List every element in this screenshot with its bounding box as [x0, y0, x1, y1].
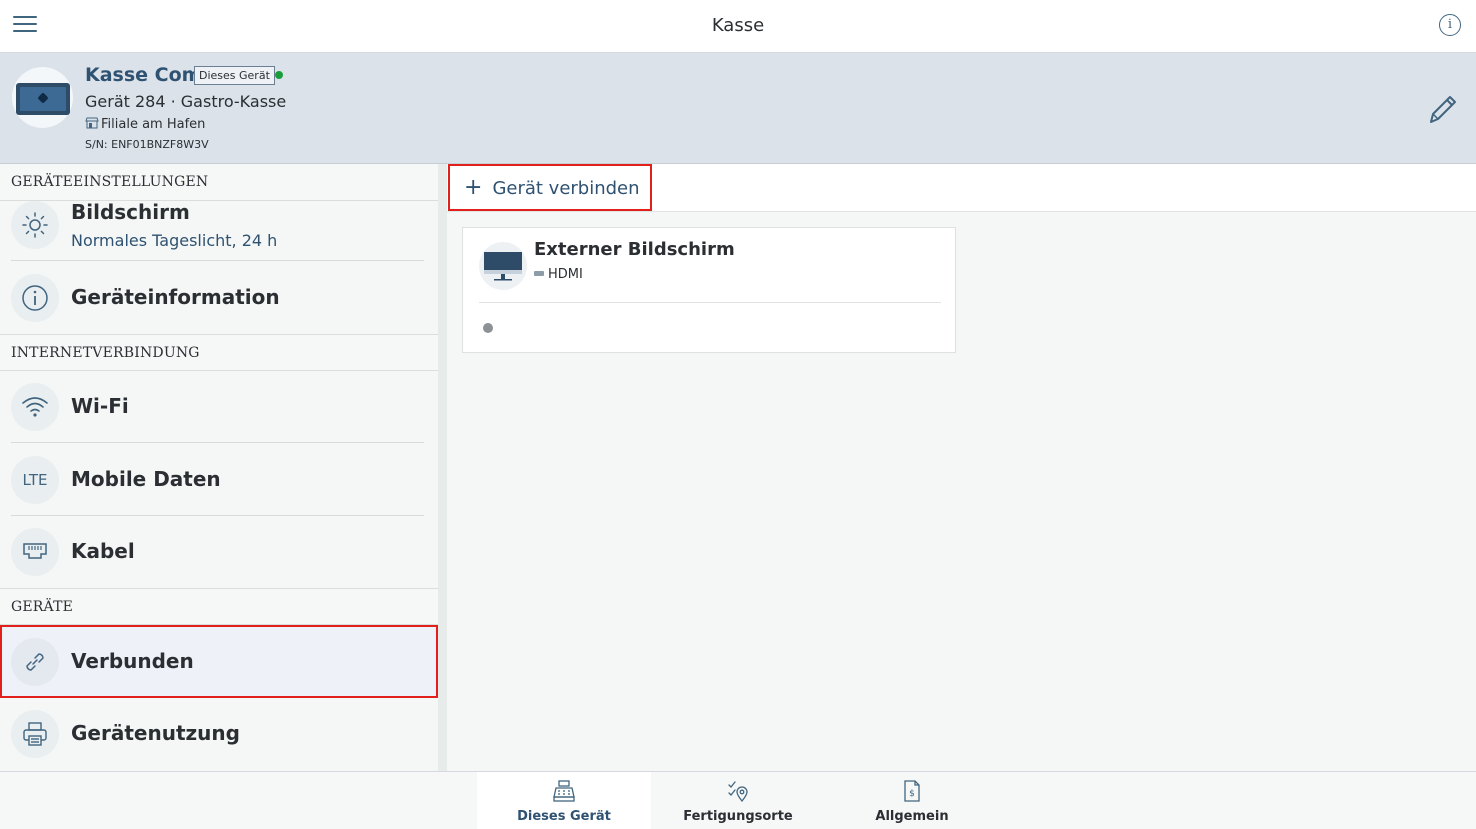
- link-icon: [11, 638, 59, 686]
- connect-device-button[interactable]: + Gerät verbinden: [448, 164, 652, 211]
- section-header-internet: INTERNETVERBINDUNG: [0, 334, 438, 371]
- device-status-dot: [483, 323, 493, 333]
- panel-divider[interactable]: [438, 164, 447, 771]
- sidebar-item-label: Verbunden: [71, 649, 194, 673]
- sidebar-item-wifi[interactable]: Wi-Fi: [0, 371, 438, 443]
- route-location-icon: [726, 779, 750, 803]
- sidebar-item-connected[interactable]: Verbunden: [0, 625, 438, 698]
- sidebar-item-label: Mobile Daten: [71, 467, 221, 491]
- plus-icon: +: [464, 175, 483, 200]
- device-card-connection: HDMI: [534, 267, 583, 282]
- connected-devices-panel: + Gerät verbinden Externer Bildschirm HDM…: [447, 164, 1476, 771]
- device-header: Kasse Comet Dieses Gerät Gerät 284 · Gas…: [0, 53, 1476, 164]
- cash-register-icon: [552, 779, 576, 803]
- device-serial: S/N: ENF01BNZF8W3V: [85, 138, 209, 151]
- this-device-badge: Dieses Gerät: [194, 66, 275, 85]
- sidebar-item-label: Wi-Fi: [71, 394, 129, 418]
- device-branch-label: Filiale am Hafen: [101, 117, 206, 132]
- pencil-icon[interactable]: [1424, 91, 1460, 127]
- sidebar-item-label: Gerätenutzung: [71, 721, 240, 745]
- printer-icon: [11, 710, 59, 758]
- store-icon: [85, 117, 99, 129]
- sidebar-item-label: Bildschirm: [71, 200, 190, 224]
- wifi-icon: [11, 383, 59, 431]
- online-status-dot: [275, 71, 283, 79]
- tab-label: Allgemein: [875, 809, 949, 824]
- device-model: Gerät 284 · Gastro-Kasse: [85, 92, 287, 111]
- ethernet-icon: [11, 528, 59, 576]
- settings-sidebar: GERÄTEEINSTELLUNGEN Bildschirm Normales …: [0, 164, 438, 771]
- device-card-name: Externer Bildschirm: [534, 239, 735, 260]
- card-divider: [479, 302, 941, 303]
- sidebar-item-label: Geräteinformation: [71, 285, 280, 309]
- bottom-tab-bar: Dieses Gerät Fertigungsorte $ Allgemein: [0, 771, 1476, 829]
- top-bar: Kasse i: [0, 0, 1476, 53]
- tab-general[interactable]: $ Allgemein: [825, 772, 999, 829]
- document-dollar-icon: $: [900, 779, 924, 803]
- device-branch: Filiale am Hafen: [85, 117, 205, 132]
- sidebar-item-cable[interactable]: Kabel: [0, 516, 438, 588]
- brightness-icon: [11, 201, 59, 249]
- action-bar: + Gerät verbinden: [447, 164, 1476, 212]
- hdmi-port-icon: [534, 271, 544, 276]
- lte-icon: LTE: [11, 456, 59, 504]
- device-avatar: [12, 67, 73, 128]
- info-icon[interactable]: i: [1439, 14, 1461, 36]
- sidebar-item-mobile-data[interactable]: LTE Mobile Daten: [0, 444, 438, 516]
- svg-text:$: $: [909, 789, 915, 799]
- sidebar-item-sublabel: Normales Tageslicht, 24 h: [71, 231, 278, 250]
- sidebar-item-device-usage[interactable]: Gerätenutzung: [0, 699, 438, 771]
- sidebar-item-device-info[interactable]: Geräteinformation: [0, 262, 438, 334]
- tab-label: Fertigungsorte: [683, 809, 793, 824]
- connect-device-label: Gerät verbinden: [492, 178, 640, 199]
- page-title: Kasse: [711, 15, 765, 36]
- section-header-devices: GERÄTE: [0, 588, 438, 625]
- sidebar-item-label: Kabel: [71, 539, 135, 563]
- tab-label: Dieses Gerät: [517, 809, 611, 824]
- device-card[interactable]: Externer Bildschirm HDMI: [462, 227, 956, 353]
- monitor-icon: [479, 242, 527, 290]
- tab-this-device[interactable]: Dieses Gerät: [477, 772, 651, 829]
- device-card-connection-label: HDMI: [548, 267, 583, 282]
- sidebar-item-display[interactable]: Bildschirm Normales Tageslicht, 24 h: [0, 189, 438, 261]
- tab-production-locations[interactable]: Fertigungsorte: [651, 772, 825, 829]
- info-circle-icon: [11, 274, 59, 322]
